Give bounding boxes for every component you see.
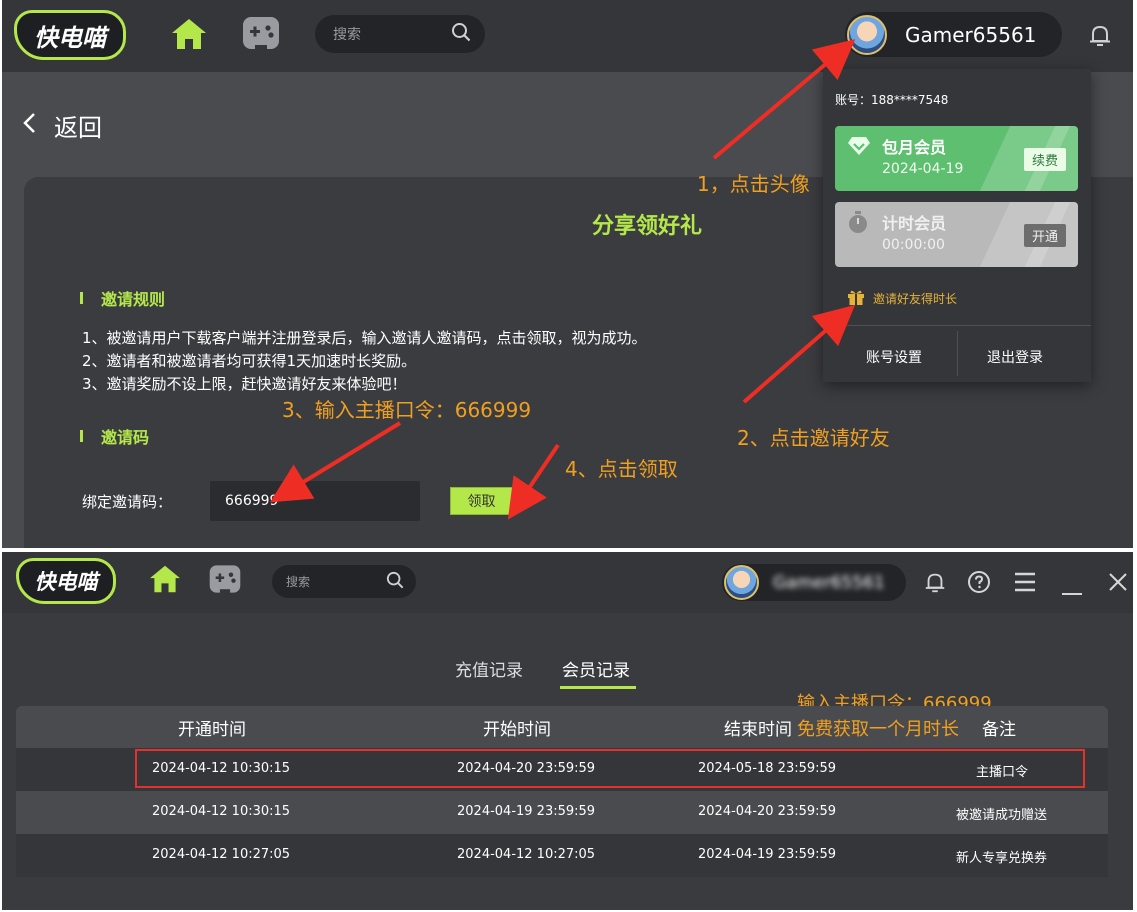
- header-end-time: 结束时间: [724, 720, 792, 740]
- gamepad-icon[interactable]: [241, 15, 281, 55]
- home-icon[interactable]: [170, 17, 208, 55]
- user-profile-pill[interactable]: Gamer65561: [845, 12, 1062, 57]
- search-bar[interactable]: 搜索: [272, 565, 416, 598]
- renew-button[interactable]: 续费: [1023, 148, 1066, 171]
- diamond-icon: [847, 136, 871, 160]
- timer-member-value: 00:00:00: [882, 237, 945, 253]
- cell-remark: 被邀请成功赠送: [956, 808, 1048, 823]
- timer-member-card[interactable]: 计时会员 00:00:00 开通: [835, 202, 1078, 267]
- username: Gamer65561: [905, 22, 1037, 47]
- home-icon[interactable]: [148, 564, 182, 598]
- back-label: 返回: [54, 114, 102, 142]
- annotation-step4: 4、点击领取: [565, 457, 678, 481]
- annotation-step3: 3、输入主播口令：666999: [282, 398, 532, 422]
- account-settings-button[interactable]: 账号设置: [866, 347, 922, 367]
- monthly-member-card[interactable]: 包月会员 2024-04-19 续费: [835, 126, 1078, 191]
- invite-friends-label: 邀请好友得时长: [873, 292, 958, 306]
- timer-member-name: 计时会员: [882, 214, 947, 233]
- rule-line: 1、被邀请用户下载客户端并注册登录后，输入邀请人邀请码，点击领取，视为成功。: [82, 329, 647, 347]
- table-row[interactable]: 2024-04-12 10:30:15 2024-04-19 23:59:59 …: [16, 791, 1108, 834]
- user-profile-pill[interactable]: Gamer65561: [722, 564, 906, 601]
- search-icon[interactable]: [451, 22, 471, 46]
- back-button[interactable]: 返回: [22, 108, 102, 143]
- tab-recharge-records[interactable]: 充值记录: [455, 656, 523, 681]
- chevron-left-icon: [22, 112, 36, 140]
- close-icon[interactable]: [1108, 572, 1128, 596]
- account-number: 账号：188****7548: [835, 93, 949, 107]
- table-row[interactable]: 2024-04-12 10:27:05 2024-04-12 10:27:05 …: [16, 834, 1108, 877]
- stopwatch-icon: [847, 210, 869, 238]
- avatar[interactable]: [847, 14, 887, 55]
- header-remark: 备注: [982, 720, 1016, 740]
- activate-button[interactable]: 开通: [1023, 224, 1066, 247]
- heading-bar: [80, 430, 83, 442]
- bind-code-label: 绑定邀请码：: [82, 493, 173, 511]
- cell-start-time: 2024-04-19 23:59:59: [457, 804, 596, 819]
- rule-line: 2、邀请者和被邀请者均可获得1天加速时长奖励。: [82, 352, 417, 370]
- annotation-free-month: 免费获取一个月时长: [797, 719, 959, 740]
- gift-icon: [847, 288, 865, 309]
- annotation-step2: 2、点击邀请好友: [737, 426, 890, 450]
- cell-remark: 新人专享兑换券: [956, 851, 1048, 866]
- code-heading-text: 邀请码: [101, 428, 150, 447]
- bottom-screenshot: 快电喵 搜索 Gamer65561 充值记录 会员记录 输入主播口令：66699…: [2, 552, 1133, 910]
- logout-button[interactable]: 退出登录: [987, 347, 1043, 367]
- page-title: 分享领好礼: [592, 214, 703, 239]
- search-placeholder: 搜索: [333, 27, 361, 43]
- search-bar[interactable]: 搜索: [315, 15, 485, 53]
- code-heading: 邀请码: [80, 424, 149, 448]
- cell-end-time: 2024-04-20 23:59:59: [698, 804, 837, 819]
- gamepad-icon[interactable]: [208, 563, 242, 599]
- monthly-member-name: 包月会员: [882, 138, 947, 157]
- cell-open-time: 2024-04-12 10:30:15: [152, 804, 291, 819]
- top-screenshot: 快电喵 搜索 Gamer65561 返回 分享领好礼 邀请规则 1、被邀请用户下…: [2, 0, 1133, 548]
- avatar[interactable]: [724, 565, 759, 600]
- user-dropdown-menu: 账号：188****7548 包月会员 2024-04-19 续费 计时会员 0…: [823, 69, 1091, 382]
- claim-button[interactable]: 领取: [450, 487, 513, 515]
- rules-heading: 邀请规则: [80, 286, 165, 310]
- title-bar: 快电喵 搜索 Gamer65561: [2, 0, 1133, 72]
- menu-icon[interactable]: [1013, 571, 1037, 597]
- heading-bar: [80, 292, 83, 304]
- rules-heading-text: 邀请规则: [101, 290, 166, 309]
- monthly-member-date: 2024-04-19: [882, 161, 964, 177]
- app-logo[interactable]: 快电喵: [14, 10, 126, 60]
- cell-start-time: 2024-04-12 10:27:05: [457, 847, 596, 862]
- annotation-step1: 1，点击头像: [697, 172, 810, 196]
- active-tab-indicator: [560, 686, 636, 689]
- app-logo[interactable]: 快电喵: [16, 558, 116, 604]
- rule-line: 3、邀请奖励不设上限，赶快邀请好友来体验吧！: [82, 375, 407, 393]
- invite-code-input[interactable]: 666999: [210, 481, 420, 521]
- minimize-icon[interactable]: [1061, 581, 1083, 600]
- search-placeholder: 搜索: [286, 575, 311, 589]
- help-icon[interactable]: [967, 570, 991, 598]
- bell-icon[interactable]: [923, 570, 947, 598]
- header-start-time: 开始时间: [483, 720, 551, 740]
- cell-end-time: 2024-04-19 23:59:59: [698, 847, 837, 862]
- title-bar: 快电喵 搜索 Gamer65561: [2, 552, 1133, 613]
- invite-friends-link[interactable]: 邀请好友得时长: [847, 288, 957, 309]
- menu-divider: [957, 331, 958, 376]
- header-open-time: 开通时间: [178, 720, 246, 740]
- bell-icon[interactable]: [1087, 22, 1113, 52]
- menu-divider: [823, 325, 1091, 326]
- username: Gamer65561: [773, 572, 885, 593]
- cell-open-time: 2024-04-12 10:27:05: [152, 847, 291, 862]
- tab-member-records[interactable]: 会员记录: [562, 656, 630, 681]
- search-icon[interactable]: [386, 571, 404, 592]
- highlight-box: [135, 749, 1085, 788]
